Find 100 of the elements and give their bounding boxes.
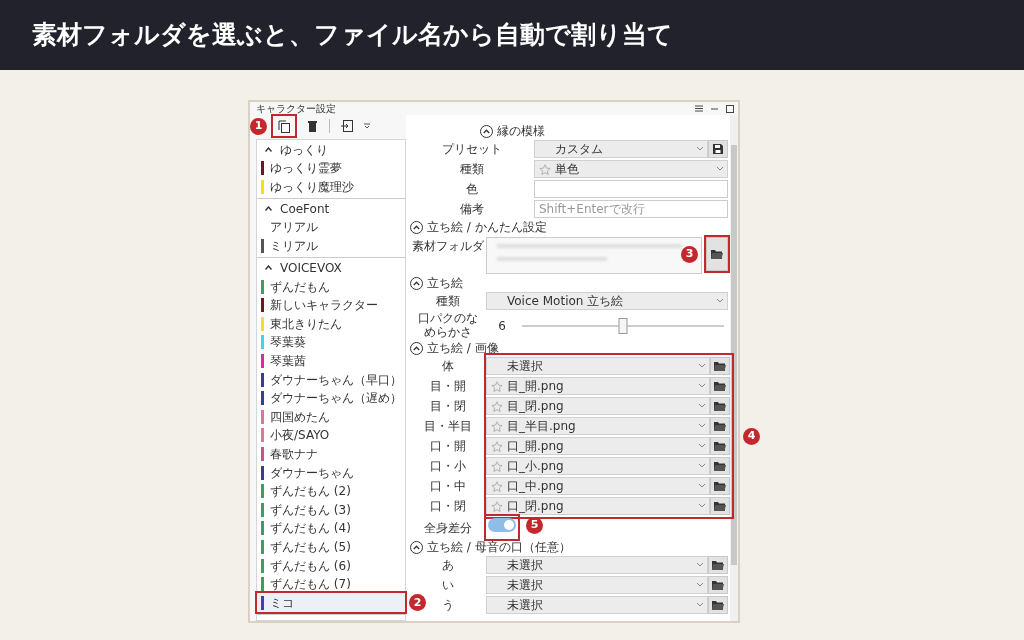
text-field[interactable]: Shift+Enterで改行 — [534, 200, 728, 218]
character-item[interactable]: ダウナーちゃん（早口） — [257, 370, 405, 389]
character-item[interactable]: 琴葉葵 — [257, 333, 405, 352]
dropdown[interactable]: 口_中.png — [486, 477, 710, 495]
dropdown[interactable]: 目_半目.png — [486, 417, 710, 435]
character-item[interactable]: ずんだもん — [257, 277, 405, 296]
character-item[interactable]: ずんだもん (2) — [257, 481, 405, 501]
character-item[interactable]: ミリアル — [257, 236, 405, 256]
scrollbar-thumb[interactable] — [731, 145, 737, 565]
dropdown[interactable]: 未選択 — [486, 596, 708, 614]
character-item[interactable]: ダウナーちゃん — [257, 463, 405, 482]
collapse-chevron-icon[interactable] — [410, 220, 423, 234]
folder-button[interactable] — [710, 357, 730, 375]
character-item[interactable]: 四国めたん — [257, 407, 405, 427]
collapse-chevron-icon[interactable] — [265, 206, 272, 212]
folder-path-field[interactable] — [486, 237, 702, 274]
field-label: 種類 — [460, 161, 484, 178]
dropdown-caret-icon — [697, 147, 703, 151]
star-icon[interactable] — [539, 163, 551, 175]
collapse-chevron-icon[interactable] — [410, 341, 423, 355]
character-item[interactable]: ダウナーちゃん（遅め） — [257, 388, 405, 408]
save-button[interactable] — [708, 140, 728, 158]
folder-icon — [714, 441, 726, 451]
character-item[interactable]: アリアル — [257, 218, 405, 237]
text-field[interactable] — [534, 180, 728, 198]
star-icon[interactable] — [491, 500, 503, 512]
dropdown[interactable]: 口_閉.png — [486, 497, 710, 515]
dropdown-caret-icon — [699, 404, 705, 408]
group-header[interactable]: VOICEVOX — [280, 258, 342, 277]
dropdown[interactable]: Voice Motion 立ち絵 — [486, 292, 728, 310]
dropdown[interactable]: 口_開.png — [486, 437, 710, 455]
dropdown[interactable]: 単色 — [534, 160, 728, 178]
dropdown[interactable]: 未選択 — [486, 556, 708, 574]
star-icon[interactable] — [491, 400, 503, 412]
section-header[interactable]: 立ち絵 / 画像 — [427, 339, 499, 357]
section-header[interactable]: 縁の模様 — [497, 122, 545, 140]
collapse-chevron-icon[interactable] — [265, 147, 272, 152]
folder-button[interactable] — [710, 497, 730, 515]
star-icon[interactable] — [491, 380, 503, 392]
section-header[interactable]: 立ち絵 / 母音の口（任意） — [427, 538, 571, 556]
dropdown[interactable]: 未選択 — [486, 357, 710, 375]
folder-button[interactable] — [708, 556, 728, 574]
toggle-switch[interactable] — [488, 518, 516, 532]
character-item[interactable]: ずんだもん (5) — [257, 537, 405, 557]
field-label: 口パクのなめらかさ — [417, 312, 479, 339]
dropdown[interactable]: 口_小.png — [486, 457, 710, 475]
folder-button[interactable] — [710, 377, 730, 395]
folder-icon — [712, 560, 724, 570]
slider-thumb[interactable] — [618, 317, 628, 334]
character-item[interactable]: 小夜/SAYO — [257, 426, 405, 445]
folder-icon — [714, 421, 726, 431]
folder-button[interactable] — [710, 397, 730, 415]
dropdown[interactable]: 目_開.png — [486, 377, 710, 395]
character-item[interactable]: 東北きりたん — [257, 314, 405, 334]
character-item[interactable]: 春歌ナナ — [257, 444, 405, 464]
collapse-chevron-icon[interactable] — [410, 276, 423, 290]
field-label: 体 — [442, 358, 454, 375]
dropdown[interactable]: 未選択 — [486, 576, 708, 594]
folder-button[interactable] — [710, 417, 730, 435]
collapse-chevron-icon[interactable] — [265, 265, 272, 271]
dropdown-caret-icon[interactable] — [364, 123, 370, 129]
dropdown[interactable]: カスタム — [534, 140, 708, 158]
dropdown-caret-icon — [717, 299, 723, 303]
star-icon[interactable] — [491, 440, 503, 452]
maximize-icon[interactable] — [726, 104, 734, 113]
group-header[interactable]: CoeFont — [280, 199, 330, 218]
window-title: キャラクター設定 — [256, 102, 336, 116]
character-item[interactable]: ずんだもん (3) — [257, 500, 405, 520]
character-item[interactable]: ずんだもん (4) — [257, 519, 405, 538]
collapse-chevron-icon[interactable] — [410, 540, 423, 554]
field-label: 全身差分 — [424, 519, 472, 537]
section-header[interactable]: 立ち絵 / かんたん設定 — [427, 218, 547, 236]
folder-button[interactable] — [710, 437, 730, 455]
star-icon[interactable] — [491, 480, 503, 492]
character-item[interactable]: ずんだもん (7) — [257, 574, 405, 594]
dropdown[interactable]: 目_閉.png — [486, 397, 710, 415]
character-item[interactable]: 新しいキャラクター — [257, 295, 405, 315]
folder-button[interactable] — [708, 596, 728, 614]
dropdown-caret-icon — [699, 424, 705, 428]
section-header[interactable]: 立ち絵 — [427, 274, 463, 292]
dropdown-caret-icon — [699, 384, 705, 388]
dropdown-caret-icon — [699, 364, 705, 368]
field-label: 素材フォルダ — [412, 238, 484, 255]
page-heading: 素材フォルダを選ぶと、ファイル名から自動で割り当て — [32, 20, 673, 50]
character-item[interactable]: 琴葉茜 — [257, 351, 405, 371]
character-item[interactable]: ゆっくり霊夢 — [257, 159, 405, 178]
star-icon[interactable] — [491, 460, 503, 472]
group-header[interactable]: ゆっくり — [280, 140, 328, 159]
character-item[interactable]: ずんだもん (6) — [257, 556, 405, 575]
character-item[interactable]: ゆっくり魔理沙 — [257, 177, 405, 197]
folder-icon — [714, 361, 726, 371]
collapse-chevron-icon[interactable] — [480, 124, 493, 138]
folder-icon — [712, 600, 724, 610]
folder-button[interactable] — [708, 576, 728, 594]
star-icon[interactable] — [491, 420, 503, 432]
folder-icon — [714, 481, 726, 491]
menu-icon[interactable] — [695, 105, 703, 112]
copy-button[interactable] — [273, 116, 295, 136]
folder-button[interactable] — [710, 477, 730, 495]
folder-button[interactable] — [710, 457, 730, 475]
